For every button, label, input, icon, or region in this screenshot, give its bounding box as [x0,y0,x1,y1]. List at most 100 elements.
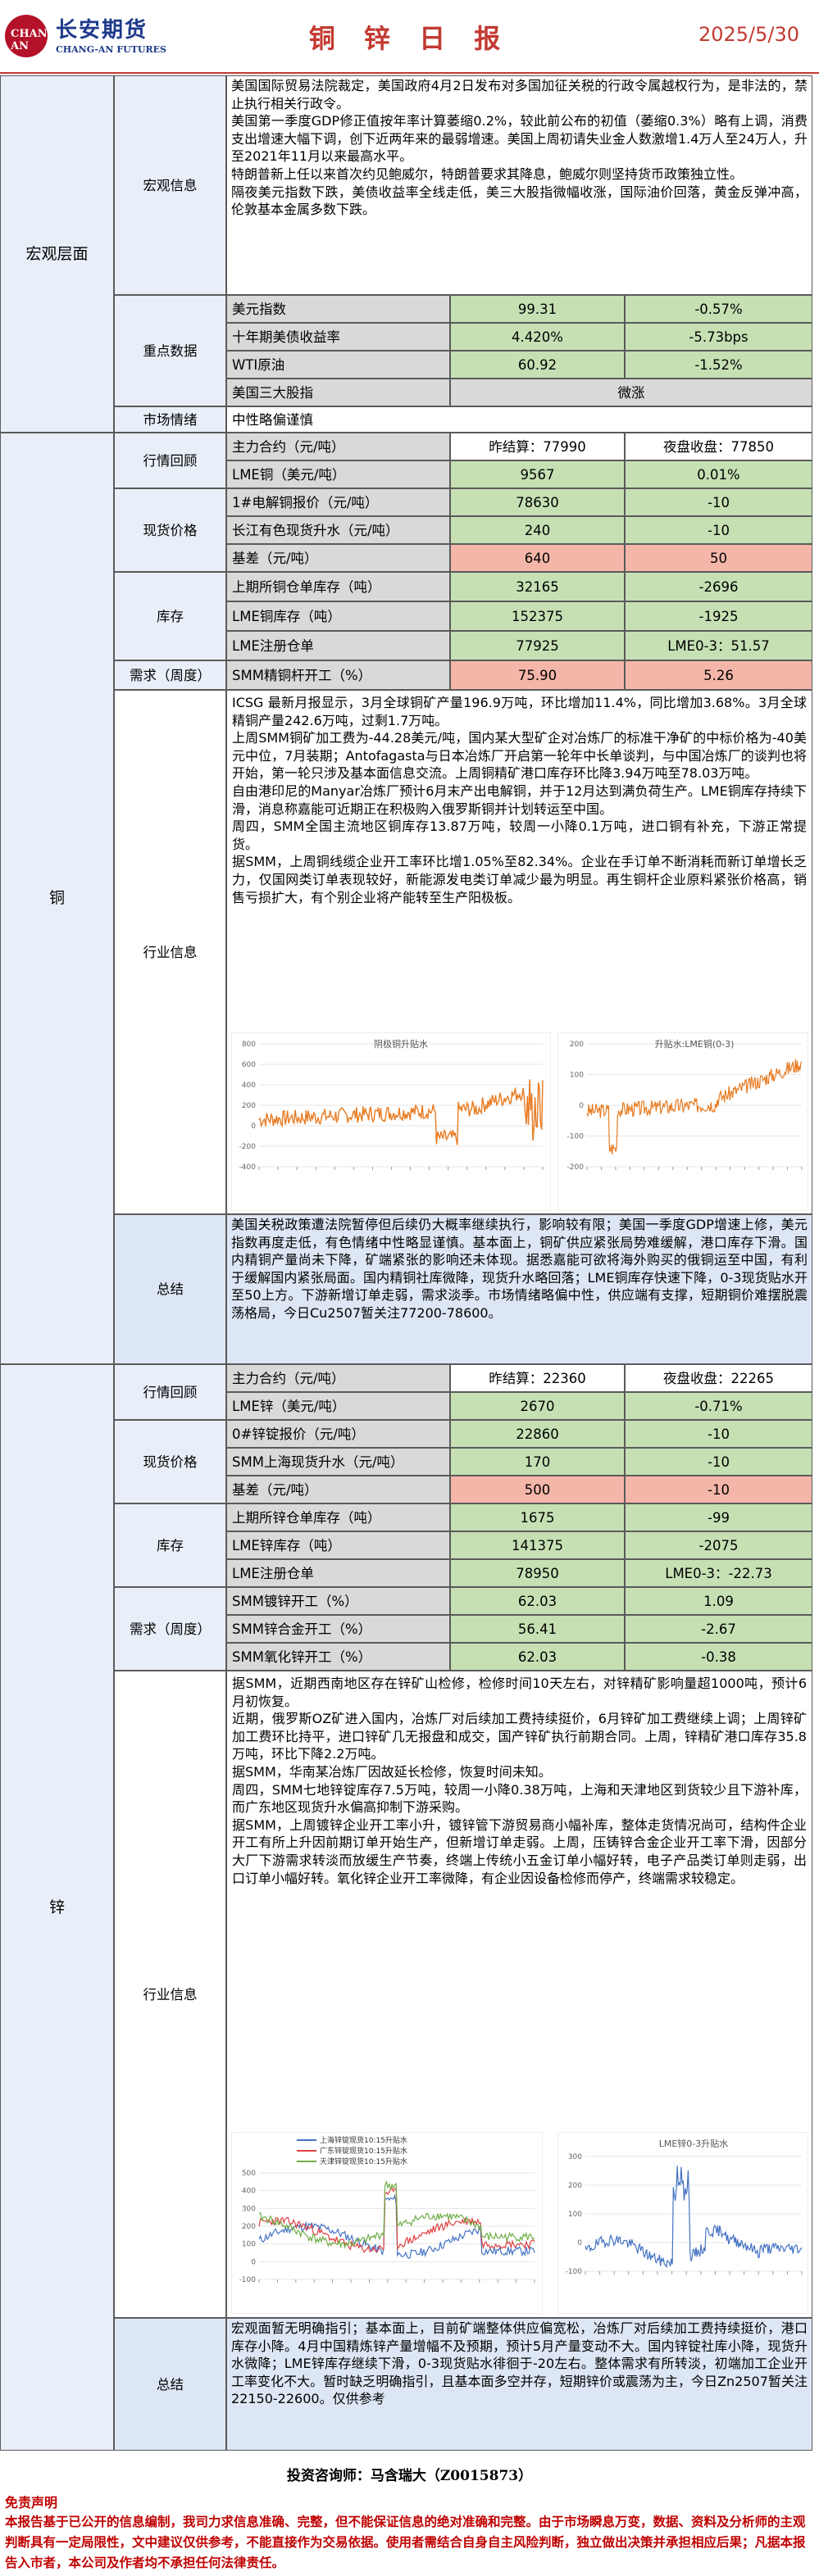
spot-row-name: 0#锌锭报价（元/吨） [226,1420,450,1448]
spot-row-value: 170 [450,1448,625,1476]
zinc-contract-name: 主力合约（元/吨） [226,1364,450,1392]
zinc-lme-spread-y-tick: 200 [568,2182,582,2190]
copper-basis-y-tick: 200 [242,1102,256,1110]
zinc-industry-text: 据SMM，近期西南地区存在锌矿山检修，检修时间10天左右，对锌精矿影响量超100… [232,1676,807,1886]
zinc-night-close: 夜盘收盘：22265 [625,1364,812,1392]
report-date: 2025/5/30 [698,23,799,46]
spot-row-value: 22860 [450,1420,625,1448]
demand-row-value: 62.03 [450,1643,625,1671]
zinc-summary-text: 宏观面暂无明确指引；基本面上，目前矿端整体供应偏宽松，冶炼厂对后续加工费持续挺价… [226,2318,812,2451]
spot-row-name: SMM上海现货升水（元/吨） [226,1448,450,1476]
zinc-spot-premium-y-tick: 200 [242,2223,256,2231]
key-row-value: 60.92 [450,351,625,379]
zinc-lme-spread-y-tick: 100 [568,2211,582,2219]
zinc-lme-change: -0.71% [625,1392,812,1420]
disclaimer-text: 本报告基于已公开的信息编制，我司力求信息准确、完整，但不能保证信息的绝对准确和完… [5,2514,806,2570]
stock-row-value: 78950 [450,1559,625,1587]
analyst-credit: 投资咨询师：马含瑞大（Z0015873） [286,2468,533,2484]
copper-lme-spread-y-tick: -200 [567,1163,585,1172]
copper-lme-spread-y-tick: 0 [579,1102,584,1110]
demand-row-value: 56.41 [450,1615,625,1643]
stock-row-change: -2696 [625,572,812,601]
key-row-change: -0.57% [625,295,812,323]
label-demand-weekly: 需求（周度） [114,660,226,690]
zinc-lme-spread-y-tick: 300 [568,2153,582,2161]
zinc-spot-premium-y-tick: 300 [242,2205,256,2213]
spot-row-change: 50 [625,544,812,572]
zinc-lme-spread-y-tick: 0 [577,2239,582,2247]
section-zinc: 锌 [0,1364,114,2451]
label-demand-weekly: 需求（周度） [114,1587,226,1671]
report-footer: 投资咨询师：马含瑞大（Z0015873） 免责声明 本报告基于已公开的信息编制，… [0,2454,819,2576]
label-spot-price: 现货价格 [114,1420,226,1503]
report-header: CHANG-AN 长安期货 CHANG-AN FUTURES 铜 锌 日 报 2… [0,0,819,74]
copper-basis-title: 阴极铜升贴水 [374,1038,428,1050]
demand-row-value: 75.90 [450,660,625,690]
spot-row-name: 基差（元/吨） [226,544,450,572]
stock-row-name: LME铜库存（吨） [226,601,450,631]
section-macro: 宏观层面 [0,75,114,433]
stock-row-change: -2075 [625,1531,812,1559]
zinc-spot-premium-y-tick: -100 [239,2276,257,2284]
demand-row-name: SMM精铜杆开工（%） [226,660,450,690]
copper-basis-y-tick: 800 [242,1041,256,1049]
zinc-spot-premium-y-tick: 400 [242,2188,256,2196]
demand-row-change: 5.26 [625,660,812,690]
zinc-lme-spread-chart: -100 0 100 200 300 LME锌0-3升贴水 [557,2132,808,2314]
copper-lme-value: 9567 [450,460,625,488]
key-row-name: 美国三大股指 [226,379,450,406]
spot-row-name: 1#电解铜报价（元/吨） [226,488,450,516]
copper-basis-frame [231,1032,551,1211]
spot-row-value: 640 [450,544,625,572]
zinc-spot-premium-y-tick: 100 [242,2241,256,2249]
key-row-name: WTI原油 [226,351,450,379]
label-industry-info: 行业信息 [114,690,226,1214]
key-row-change: 微涨 [450,379,812,406]
copper-basis-y-tick: -400 [239,1163,257,1172]
label-summary-zinc: 总结 [114,2318,226,2451]
spot-row-name: 基差（元/吨） [226,1476,450,1503]
stock-row-change: LME0-3：-22.73 [625,1559,812,1587]
spot-row-value: 240 [450,516,625,544]
copper-night-close: 夜盘收盘：77850 [625,433,812,460]
stock-row-name: 上期所铜仓单库存（吨） [226,572,450,601]
stock-row-change: -99 [625,1503,812,1531]
key-row-name: 美元指数 [226,295,450,323]
copper-basis-y-tick: 0 [251,1122,256,1131]
copper-basis-y-tick: 400 [242,1082,256,1090]
spot-row-name: 长江有色现货升水（元/吨） [226,516,450,544]
header-divider [0,72,819,74]
label-market-review: 行情回顾 [114,433,226,488]
legend-label: 天津锌锭现货10:15升贴水 [320,2156,407,2166]
stock-row-name: LME锌库存（吨） [226,1531,450,1559]
stock-row-value: 1675 [450,1503,625,1531]
demand-row-value: 62.03 [450,1587,625,1615]
legend-label: 上海锌锭现货10:15升贴水 [320,2135,407,2145]
label-market-review: 行情回顾 [114,1364,226,1420]
label-market-mood: 市场情绪 [114,406,226,433]
zinc-lme-spread-frame [557,2132,808,2314]
spot-row-change: -10 [625,1448,812,1476]
label-stock: 库存 [114,1503,226,1587]
demand-row-change: -0.38 [625,1643,812,1671]
stock-row-change: -1925 [625,601,812,631]
label-macro-info: 宏观信息 [114,75,226,295]
spot-row-change: -10 [625,1476,812,1503]
demand-row-name: SMM氧化锌开工（%） [226,1643,450,1671]
key-row-name: 十年期美债收益率 [226,323,450,351]
zinc-spot-premium-chart: -100 0 100 200 300 400 500 上海锌锭现货10:15升贴水广东锌锭现货… [231,2132,543,2314]
copper-industry-text: ICSG 最新月报显示，3月全球铜矿产量196.9万吨，环比增加11.4%，同比… [232,695,807,905]
copper-lme-name: LME铜（美元/吨） [226,460,450,488]
stock-row-value: 152375 [450,601,625,631]
copper-contract-name: 主力合约（元/吨） [226,433,450,460]
zinc-lme-spread-y-tick: -100 [566,2268,583,2276]
copper-lme-change: 0.01% [625,460,812,488]
spot-row-value: 500 [450,1476,625,1503]
label-key-data: 重点数据 [114,295,226,406]
zinc-prev-settle: 昨结算：22360 [450,1364,625,1392]
copper-lme-spread-y-tick: 200 [570,1041,584,1049]
stock-row-name: LME注册仓单 [226,1559,450,1587]
copper-basis-y-tick: 600 [242,1061,256,1069]
copper-summary-text: 美国关税政策遭法院暂停但后续仍大概率继续执行，影响较有限；美国一季度GDP增速上… [226,1214,812,1364]
demand-row-name: SMM锌合金开工（%） [226,1615,450,1643]
